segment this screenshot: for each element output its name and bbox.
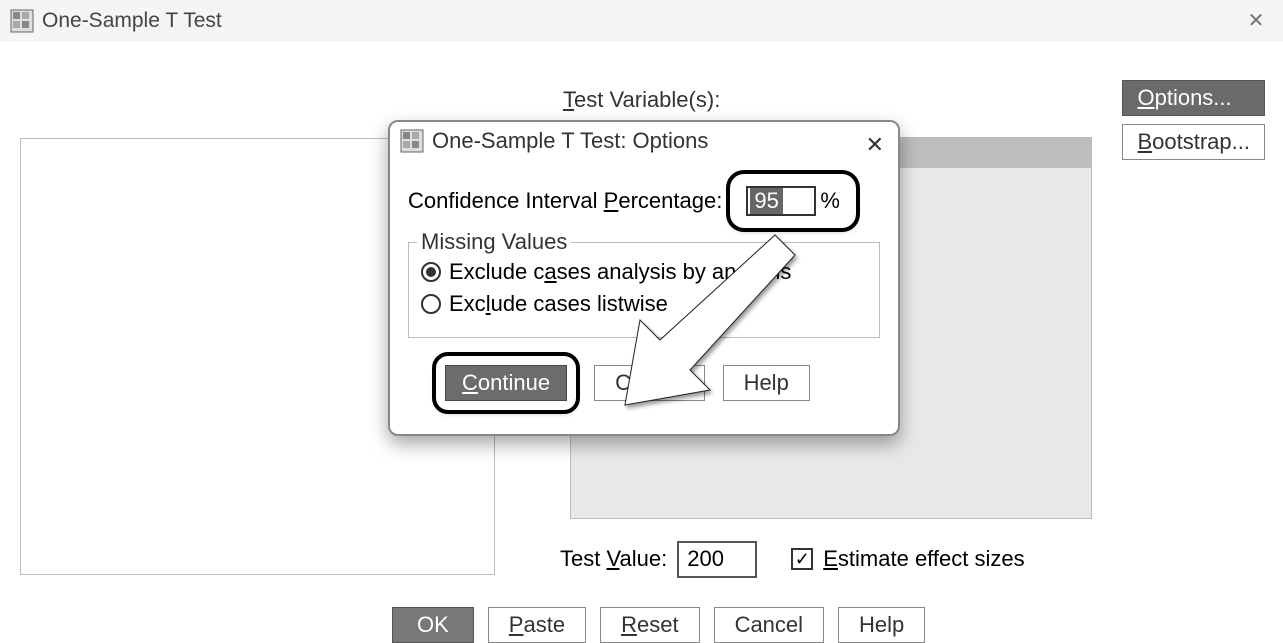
radio-icon [421,294,441,314]
spss-app-icon [400,129,424,153]
options-button-row: Continue Cancel Help [408,352,880,426]
right-button-column: Options... Bootstrap... [1122,80,1265,160]
reset-button[interactable]: Reset [600,607,699,643]
options-help-button[interactable]: Help [723,365,810,401]
continue-button-highlight: Continue [436,356,576,410]
continue-button[interactable]: Continue [445,365,567,401]
paste-button[interactable]: Paste [488,607,586,643]
main-button-row: OK Paste Reset Cancel Help [392,607,925,643]
confidence-interval-row: Confidence Interval Percentage: 95 % [408,174,880,228]
options-button[interactable]: Options... [1122,80,1265,116]
ci-label: Confidence Interval Percentage: [408,188,722,214]
test-value-label: Test Value: [560,546,667,572]
test-value-row: Test Value: 200 ✓ Estimate effect sizes [560,541,1025,578]
close-icon[interactable]: ✕ [1241,8,1271,33]
ci-input-highlight: 95 % [730,174,856,228]
exclude-analysis-radio-row[interactable]: Exclude cases analysis by analysis [421,259,867,285]
ci-percentage-input[interactable]: 95 [746,186,816,216]
close-icon[interactable]: ✕ [866,132,884,158]
exclude-listwise-label: Exclude cases listwise [449,291,668,317]
options-dialog: One-Sample T Test: Options ✕ Confidence … [388,120,900,436]
bootstrap-button[interactable]: Bootstrap... [1122,124,1265,160]
missing-values-fieldset: Missing Values Exclude cases analysis by… [408,242,880,338]
test-value-input[interactable]: 200 [677,541,757,578]
main-window-title: One-Sample T Test [42,9,222,33]
radio-icon [421,262,441,282]
exclude-listwise-radio-row[interactable]: Exclude cases listwise [421,291,867,317]
options-cancel-button[interactable]: Cancel [594,365,704,401]
ci-percent-label: % [820,188,840,214]
exclude-analysis-label: Exclude cases analysis by analysis [449,259,791,285]
options-dialog-title: One-Sample T Test: Options [432,128,708,154]
estimate-effect-sizes-label: Estimate effect sizes [823,546,1024,572]
help-button[interactable]: Help [838,607,925,643]
options-titlebar: One-Sample T Test: Options ✕ [390,122,898,160]
missing-values-legend: Missing Values [417,229,571,255]
spss-app-icon [10,9,34,33]
test-variables-label: Test Variable(s): [563,87,720,113]
main-titlebar: One-Sample T Test ✕ [0,0,1283,42]
estimate-effect-sizes-checkbox[interactable]: ✓ [791,548,813,570]
options-body: Confidence Interval Percentage: 95 % Mis… [390,160,898,434]
cancel-button[interactable]: Cancel [714,607,824,643]
ok-button[interactable]: OK [392,607,474,643]
